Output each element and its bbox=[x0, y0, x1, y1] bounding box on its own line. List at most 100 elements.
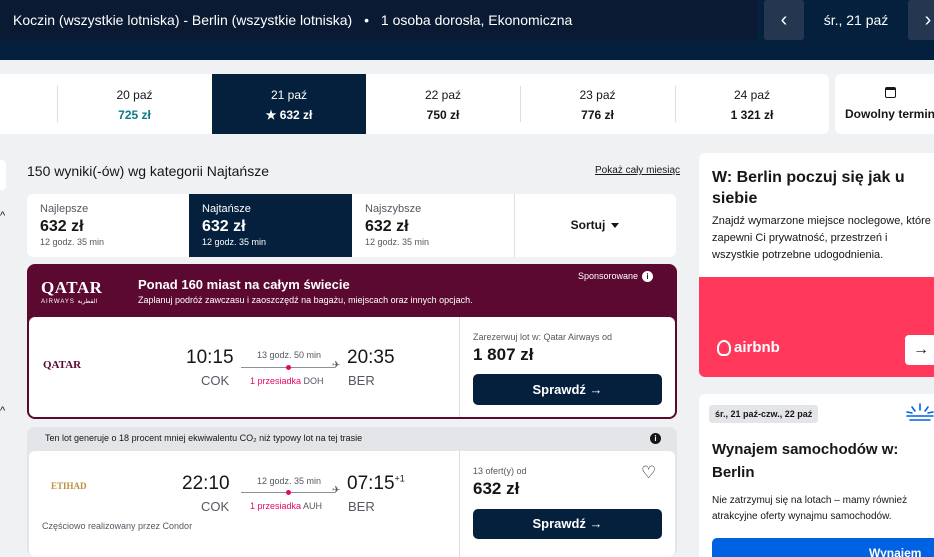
qatar-logo-text: QATAR bbox=[41, 278, 103, 297]
offer-price: 1 807 zł bbox=[473, 345, 534, 364]
qatar-logo-sub: AIRWAYS القطرية bbox=[41, 299, 98, 305]
airbnb-banner: airbnb → bbox=[699, 277, 934, 377]
caret-down-icon bbox=[611, 223, 620, 229]
arrival-time-value: 07:15 bbox=[347, 473, 395, 494]
date-price: 750 zł bbox=[426, 108, 460, 122]
divider bbox=[57, 86, 58, 122]
airbnb-ad[interactable]: W: Berlin poczuj się jak u siebie Znajdź… bbox=[699, 153, 934, 377]
flight-card[interactable]: ETIHAD Częściowo realizowany przez Condo… bbox=[29, 451, 675, 557]
tab-duration: 12 godz. 35 min bbox=[365, 237, 430, 247]
arrival-time: 07:15+1 bbox=[347, 473, 405, 495]
stops-label: 1 przesiadka DOH bbox=[250, 376, 324, 386]
date-price: ★ 632 zł bbox=[265, 108, 313, 122]
departure-time: 22:10 bbox=[182, 473, 230, 494]
filter-panel-edge[interactable] bbox=[0, 160, 6, 190]
date-cell-20[interactable]: 20 paź 725 zł bbox=[57, 74, 212, 134]
tab-duration: 12 godz. 35 min bbox=[202, 237, 267, 247]
airbnb-logo: airbnb bbox=[717, 339, 780, 357]
qatar-airline-logo: QATAR bbox=[43, 359, 82, 371]
whole-month-link[interactable]: Pokaż cały miesiąc bbox=[595, 165, 680, 176]
tab-duration: 12 godz. 35 min bbox=[40, 237, 105, 247]
departure-time: 10:15 bbox=[186, 347, 234, 368]
passengers-text: 1 osoba dorosła, Ekonomiczna bbox=[380, 12, 573, 28]
offer-price: 632 zł bbox=[473, 479, 520, 498]
etihad-airline-logo: ETIHAD bbox=[51, 481, 87, 491]
heart-icon[interactable]: ♡ bbox=[641, 463, 656, 483]
airbnb-icon bbox=[717, 340, 731, 357]
plane-icon: ✈ bbox=[332, 360, 341, 371]
divider bbox=[514, 194, 515, 257]
airbnb-brand: airbnb bbox=[734, 339, 780, 356]
date-strip: 20 paź 725 zł 21 paź ★ 632 zł 22 paź 750… bbox=[0, 74, 829, 134]
chevron-up-icon[interactable]: ^ bbox=[0, 210, 5, 222]
sort-label: Sortuj bbox=[570, 218, 606, 232]
arrival-time: 20:35 bbox=[347, 347, 395, 368]
ad-dates: śr., 21 paź-czw., 22 paź bbox=[709, 405, 819, 423]
arrival-airport: BER bbox=[348, 373, 375, 388]
car-rental-ad[interactable]: śr., 21 paź-czw., 22 paź Wynajem samocho… bbox=[699, 394, 934, 557]
flight-duration: 12 godz. 35 min bbox=[256, 476, 322, 486]
date-price: 776 zł bbox=[581, 108, 614, 122]
stop-airport: DOH bbox=[303, 376, 324, 386]
route-text: Koczin (wszystkie lotniska) - Berlin (ws… bbox=[13, 12, 353, 28]
top-bar: Koczin (wszystkie lotniska) - Berlin (ws… bbox=[0, 0, 934, 60]
stops-count: 1 przesiadka bbox=[250, 501, 302, 511]
date-cell-21[interactable]: 21 paź ★ 632 zł bbox=[212, 74, 366, 134]
tab-label: Najlepsze bbox=[40, 203, 89, 215]
ad-title: Wynajem samochodów w: Berlin bbox=[712, 441, 899, 481]
date-label: 23 paź bbox=[579, 88, 616, 102]
stops-count: 1 przesiadka bbox=[250, 376, 302, 386]
eco-banner: Ten lot generuje o 18 procent mniej ekwi… bbox=[27, 427, 677, 557]
sunrise-icon bbox=[906, 403, 934, 421]
prev-date-button[interactable]: ‹ bbox=[764, 0, 804, 40]
stop-airport: AUH bbox=[303, 501, 323, 511]
next-date-button[interactable]: › bbox=[908, 0, 934, 40]
divider bbox=[459, 451, 460, 557]
date-cell-23[interactable]: 23 paź 776 zł bbox=[520, 74, 675, 134]
sort-tabs: Najlepsze 632 zł 12 godz. 35 min Najtańs… bbox=[27, 194, 676, 257]
tab-cheapest[interactable]: Najtańsze 632 zł 12 godz. 35 min bbox=[189, 194, 352, 257]
ad-body: Nie zatrzymuj się na lotach – mamy równi… bbox=[712, 495, 908, 522]
chevron-left-icon: ‹ bbox=[780, 9, 788, 31]
date-label: 20 paź bbox=[116, 88, 153, 102]
next-day-badge: +1 bbox=[394, 473, 405, 484]
results-count: 150 wyniki(-ów) wg kategorii Najtańsze bbox=[27, 163, 269, 179]
separator: • bbox=[364, 12, 369, 28]
date-cell-24[interactable]: 24 paź 1 321 zł bbox=[675, 74, 829, 134]
date-price: 1 321 zł bbox=[730, 108, 774, 122]
sponsored-subtitle: Zaplanuj podróż zawczasu i zaoszczędź na… bbox=[138, 295, 473, 305]
departure-airport: COK bbox=[201, 499, 230, 514]
tab-label: Najszybsze bbox=[365, 203, 422, 215]
date-cell-22[interactable]: 22 paź 750 zł bbox=[366, 74, 520, 134]
info-icon: i bbox=[642, 271, 654, 283]
divider bbox=[520, 86, 521, 122]
sponsored-card[interactable]: QATAR AIRWAYS القطرية Ponad 160 miast na… bbox=[27, 264, 677, 419]
sponsored-tag-label: Sponsorowane bbox=[578, 271, 639, 281]
search-summary[interactable]: Koczin (wszystkie lotniska) - Berlin (ws… bbox=[0, 0, 757, 40]
select-button[interactable]: Sprawdź → bbox=[473, 509, 662, 539]
tab-best[interactable]: Najlepsze 632 zł 12 godz. 35 min bbox=[27, 194, 189, 257]
anytime-button[interactable]: Dowolny termin bbox=[835, 74, 934, 134]
info-icon[interactable]: i bbox=[650, 433, 661, 444]
sponsored-flight-card[interactable]: QATAR 10:15 COK 13 godz. 50 min ✈ 1 prze… bbox=[29, 317, 675, 417]
sponsored-tag[interactable]: Sponsorowane i bbox=[578, 271, 654, 283]
divider bbox=[675, 86, 676, 122]
tab-price: 632 zł bbox=[365, 218, 409, 235]
selected-date[interactable]: śr., 21 paź bbox=[808, 0, 904, 40]
date-price: 725 zł bbox=[118, 108, 151, 122]
tab-label: Najtańsze bbox=[202, 203, 251, 215]
stops-label: 1 przesiadka AUH bbox=[250, 501, 322, 511]
offer-label: 13 ofert(y) od bbox=[473, 466, 527, 476]
flight-duration: 13 godz. 50 min bbox=[256, 350, 322, 360]
sponsored-title: Ponad 160 miast na całym świecie bbox=[138, 277, 350, 292]
chevron-up-icon[interactable]: ^ bbox=[0, 405, 5, 417]
sort-dropdown[interactable]: Sortuj bbox=[514, 194, 676, 257]
tab-fastest[interactable]: Najszybsze 632 zł 12 godz. 35 min bbox=[352, 194, 514, 257]
date-label: 22 paź bbox=[424, 88, 462, 102]
arrow-right-button[interactable]: → bbox=[905, 335, 934, 365]
tab-price: 632 zł bbox=[40, 218, 84, 235]
stop-dot bbox=[286, 365, 291, 370]
date-label: 21 paź bbox=[270, 88, 308, 102]
select-button[interactable]: Sprawdź → bbox=[473, 374, 662, 405]
rent-button[interactable]: Wynajem bbox=[712, 538, 934, 557]
